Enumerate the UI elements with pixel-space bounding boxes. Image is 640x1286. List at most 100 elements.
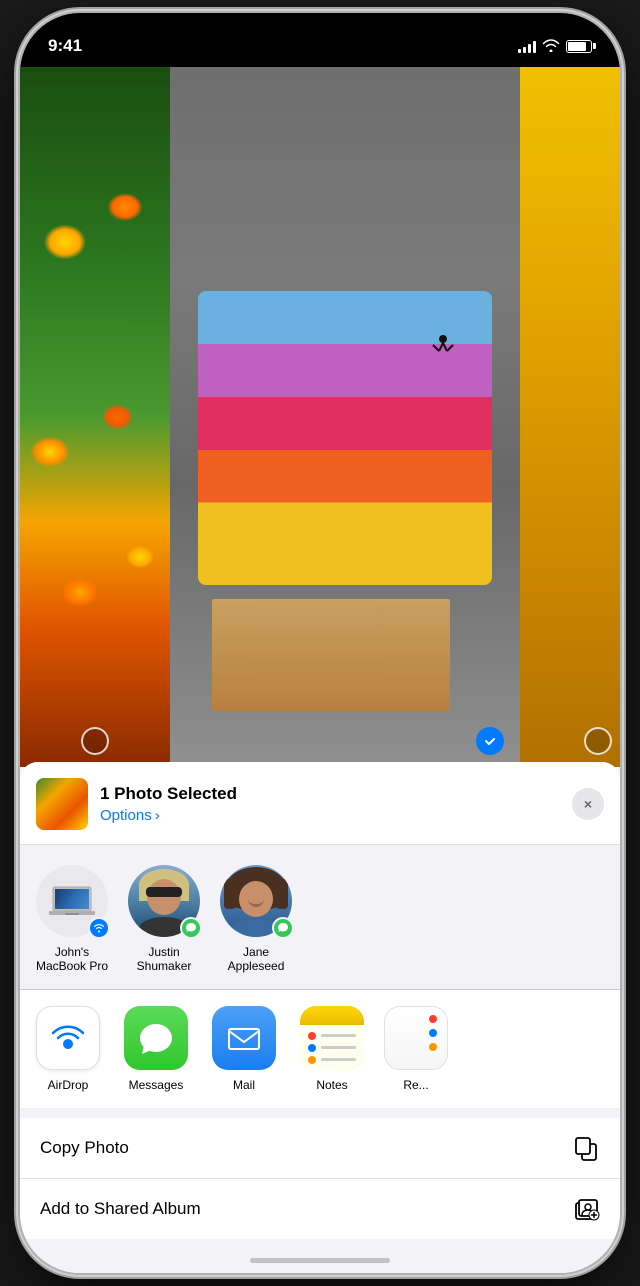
battery-fill [568,42,586,51]
airdrop-waves-icon [47,1017,89,1059]
bottom-spacer [20,1239,620,1273]
photo-yellow[interactable] [520,67,620,767]
notes-line-row-1 [308,1032,356,1040]
notes-top-bar [300,1006,364,1025]
photo-graffiti[interactable] [170,67,520,767]
home-indicator [250,1258,390,1263]
contact-jane[interactable]: JaneAppleseed [220,865,292,973]
signal-bar-3 [528,44,531,53]
airdrop-badge-icon [93,922,105,934]
rem-dot-2 [429,1029,437,1037]
add-shared-album-icon [572,1195,600,1223]
notes-text-line-1 [321,1034,356,1037]
notes-content-area [300,1025,364,1070]
notes-orange-dot [308,1056,316,1064]
options-label: Options [100,807,152,824]
justin-messages-badge [180,917,202,939]
wifi-icon [542,38,560,55]
notch [240,13,400,43]
flowers-image [20,67,170,767]
phone-frame: 9:41 [20,13,620,1273]
notes-text-line-2 [321,1046,356,1049]
signal-bar-2 [523,47,526,53]
airdrop-badge [88,917,110,939]
photo-strip [20,67,620,767]
notes-red-dot [308,1032,316,1040]
share-header: 1 Photo Selected Options › × [20,762,620,845]
jane-messages-badge-icon [277,922,289,934]
messages-app-icon [124,1006,188,1070]
contacts-row: John'sMacBook Pro [20,845,620,989]
justin-face [147,879,181,915]
messages-label: Messages [129,1078,184,1092]
section-gap-1 [20,1108,620,1118]
messages-bubble-icon [136,1018,176,1058]
reminders-app-icon [384,1006,448,1070]
messages-badge-icon [185,922,197,934]
mail-app-icon [212,1006,276,1070]
jane-messages-badge [272,917,294,939]
selection-circle-2[interactable] [476,727,504,755]
macbook-contact-name: John'sMacBook Pro [36,945,108,973]
share-sheet: 1 Photo Selected Options › × [20,762,620,1273]
app-messages[interactable]: Messages [120,1006,192,1092]
app-airdrop[interactable]: AirDrop [32,1006,104,1092]
notes-line-row-3 [308,1056,356,1064]
app-notes[interactable]: Notes [296,1006,368,1092]
selection-circle-1[interactable] [81,727,109,755]
header-text: 1 Photo Selected Options › [100,784,560,824]
justin-avatar-container [128,865,200,937]
jane-side-hair-r [276,879,288,909]
yellow-bg [520,67,620,767]
mail-label: Mail [233,1078,255,1092]
notes-app-icon [300,1006,364,1070]
add-shared-album-row[interactable]: Add to Shared Album [20,1178,620,1239]
copy-photo-icon [572,1134,600,1162]
notes-line-row-2 [308,1044,356,1052]
airdrop-label: AirDrop [48,1078,89,1092]
justin-contact-name: JustinShumaker [137,945,192,973]
mail-envelope-icon [224,1018,264,1058]
shared-album-icon [572,1195,600,1223]
notes-label: Notes [316,1078,347,1092]
add-shared-album-label: Add to Shared Album [40,1199,201,1219]
jane-avatar-container [220,865,292,937]
signal-bar-4 [533,41,536,53]
notes-text-line-3 [321,1058,356,1061]
selected-photo-thumbnail [36,778,88,830]
jane-side-hair-l [224,879,236,909]
app-mail[interactable]: Mail [208,1006,280,1092]
rem-dot-1 [429,1015,437,1023]
close-button[interactable]: × [572,788,604,820]
bike-figure [429,333,457,355]
status-bar: 9:41 [20,13,620,67]
photo-flowers[interactable] [20,67,170,767]
battery-icon [566,40,592,53]
copy-photo-row[interactable]: Copy Photo [20,1118,620,1178]
options-button[interactable]: Options › [100,807,560,824]
macbook-avatar-container [36,865,108,937]
share-title: 1 Photo Selected [100,784,560,804]
contact-macbook[interactable]: John'sMacBook Pro [36,865,108,973]
close-icon: × [584,796,592,812]
justin-glasses [146,887,182,897]
signal-bar-1 [518,49,521,53]
app-reminders[interactable]: Re... [384,1006,448,1092]
notes-blue-dot [308,1044,316,1052]
jane-contact-name: JaneAppleseed [228,945,285,973]
airdrop-app-icon [36,1006,100,1070]
cardboard-box [212,599,450,711]
status-icons [518,38,592,55]
photo-strip-container [20,67,620,767]
copy-photo-label: Copy Photo [40,1138,129,1158]
apps-row: AirDrop Messages Mail [20,990,620,1108]
reminders-label: Re... [403,1078,428,1092]
status-time: 9:41 [48,36,82,56]
rem-dot-3 [429,1043,437,1051]
selection-circle-3[interactable] [584,727,612,755]
options-chevron: › [155,807,160,824]
macbook-svg-icon [47,881,97,921]
contact-justin[interactable]: JustinShumaker [128,865,200,973]
signal-bars-icon [518,39,536,53]
reminders-dots [429,1015,437,1051]
